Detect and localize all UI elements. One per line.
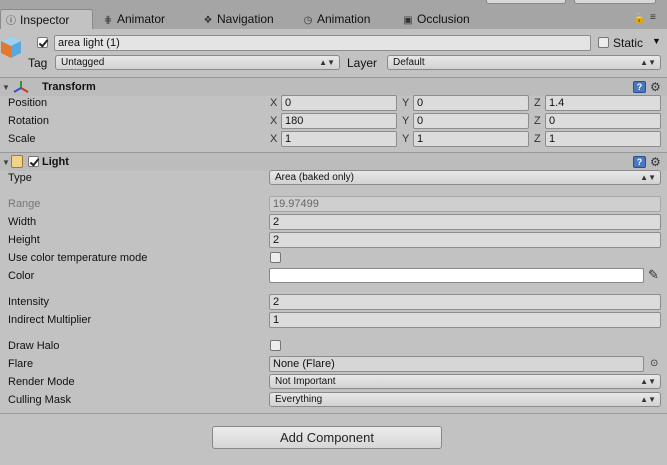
add-component-button[interactable]: Add Component [212, 426, 442, 449]
axis-z-label: Z [534, 115, 541, 127]
static-checkbox[interactable] [598, 37, 609, 48]
scale-x-field[interactable]: 1 [281, 131, 397, 147]
scale-z-field[interactable]: 1 [545, 131, 661, 147]
info-icon: ⓘ [6, 16, 16, 27]
height-label: Height [8, 234, 40, 246]
dropdown-arrow-icon: ▲▼ [640, 173, 656, 182]
intensity-field[interactable]: 2 [269, 294, 661, 310]
axis-x-label: X [270, 97, 278, 109]
occlusion-icon: ▣ [403, 15, 413, 26]
position-z-field[interactable]: 1.4 [545, 95, 661, 111]
gear-icon[interactable]: ⚙ [650, 81, 661, 93]
position-label: Position [8, 97, 48, 109]
animation-clock-icon: ◷ [303, 15, 313, 26]
rotation-z-field[interactable]: 0 [545, 113, 661, 129]
light-enabled-checkbox[interactable] [28, 156, 39, 167]
scale-label: Scale [8, 133, 36, 145]
range-field: 19.97499 [269, 196, 661, 212]
tab-inspector[interactable]: ⓘ Inspector [0, 9, 93, 29]
height-field[interactable]: 2 [269, 232, 661, 248]
gear-icon[interactable]: ⚙ [650, 156, 661, 168]
tag-label: Tag [28, 56, 48, 70]
scale-y-field[interactable]: 1 [413, 131, 529, 147]
indirect-multiplier-label: Indirect Multiplier [8, 314, 92, 326]
object-picker-icon[interactable]: ⊙ [650, 358, 658, 369]
draw-halo-label: Draw Halo [8, 340, 60, 352]
gameobject-cube-icon [0, 32, 22, 60]
navigation-icon: ❖ [203, 15, 213, 26]
color-swatch[interactable] [269, 268, 644, 283]
dropdown-arrow-icon: ▲▼ [640, 58, 656, 67]
axis-z-label: Z [534, 97, 541, 109]
menu-icon[interactable]: ≡ [650, 12, 656, 23]
transform-title: Transform [42, 81, 96, 93]
position-y-field[interactable]: 0 [413, 95, 529, 111]
indirect-multiplier-field[interactable]: 1 [269, 312, 661, 328]
tab-bar: ⓘ Inspector ⋕ Animator ❖ Navigation ◷ Animat… [0, 0, 667, 29]
flare-label: Flare [8, 358, 34, 370]
dropdown-arrow-icon: ▲▼ [640, 377, 656, 386]
help-icon[interactable]: ? [633, 81, 646, 93]
dropdown-arrow-icon: ▲▼ [640, 395, 656, 404]
axis-z-label: Z [534, 133, 541, 145]
flare-object-field[interactable]: None (Flare) [269, 356, 644, 372]
tab-navigation[interactable]: ❖ Navigation [198, 9, 274, 29]
width-label: Width [8, 216, 37, 228]
divider [0, 413, 667, 414]
rotation-x-field[interactable]: 180 [281, 113, 397, 129]
animator-icon: ⋕ [103, 15, 113, 26]
render-mode-dropdown[interactable]: Not Important ▲▼ [269, 374, 661, 389]
culling-mask-label: Culling Mask [8, 394, 71, 406]
axis-x-label: X [270, 115, 278, 127]
light-header[interactable]: ▼ Light ? ⚙ [0, 152, 667, 171]
transform-header[interactable]: ▼ Transform ? ⚙ [0, 77, 667, 96]
active-checkbox[interactable] [37, 37, 48, 48]
axis-y-label: Y [402, 115, 410, 127]
static-label: Static [613, 36, 644, 50]
toolbar-button-1[interactable] [486, 0, 566, 4]
layer-label: Layer [347, 56, 378, 70]
rotation-label: Rotation [8, 115, 49, 127]
render-mode-label: Render Mode [8, 376, 75, 388]
rotation-y-field[interactable]: 0 [413, 113, 529, 129]
light-title: Light [42, 156, 69, 168]
range-label: Range [8, 198, 41, 210]
lock-icon[interactable]: 🔒 [633, 13, 645, 24]
tab-animation[interactable]: ◷ Animation [298, 9, 371, 29]
color-temperature-checkbox[interactable] [270, 252, 281, 263]
tab-animator[interactable]: ⋕ Animator [98, 9, 165, 29]
transform-axes-icon [12, 79, 30, 95]
draw-halo-checkbox[interactable] [270, 340, 281, 351]
axis-x-label: X [270, 133, 278, 145]
foldout-arrow-icon[interactable]: ▼ [2, 158, 10, 167]
dropdown-arrow-icon: ▲▼ [319, 58, 335, 67]
color-temperature-label: Use color temperature mode [8, 252, 148, 264]
tab-occlusion[interactable]: ▣ Occlusion [398, 9, 469, 29]
intensity-label: Intensity [8, 296, 49, 308]
object-name-field[interactable]: area light (1) [54, 35, 591, 51]
layer-dropdown[interactable]: Default ▲▼ [387, 55, 661, 70]
light-component-icon [11, 155, 23, 168]
culling-mask-dropdown[interactable]: Everything ▲▼ [269, 392, 661, 407]
axis-y-label: Y [402, 97, 410, 109]
help-icon[interactable]: ? [633, 156, 646, 168]
tag-dropdown[interactable]: Untagged ▲▼ [55, 55, 340, 70]
foldout-arrow-icon[interactable]: ▼ [2, 83, 10, 92]
type-label: Type [8, 172, 32, 184]
width-field[interactable]: 2 [269, 214, 661, 230]
toolbar-button-2[interactable] [574, 0, 656, 4]
static-dropdown-arrow-icon[interactable]: ▼ [652, 36, 661, 46]
color-label: Color [8, 270, 35, 282]
position-x-field[interactable]: 0 [281, 95, 397, 111]
axis-y-label: Y [402, 133, 410, 145]
type-dropdown[interactable]: Area (baked only) ▲▼ [269, 170, 661, 185]
eyedropper-icon[interactable]: ✎ [648, 267, 659, 283]
